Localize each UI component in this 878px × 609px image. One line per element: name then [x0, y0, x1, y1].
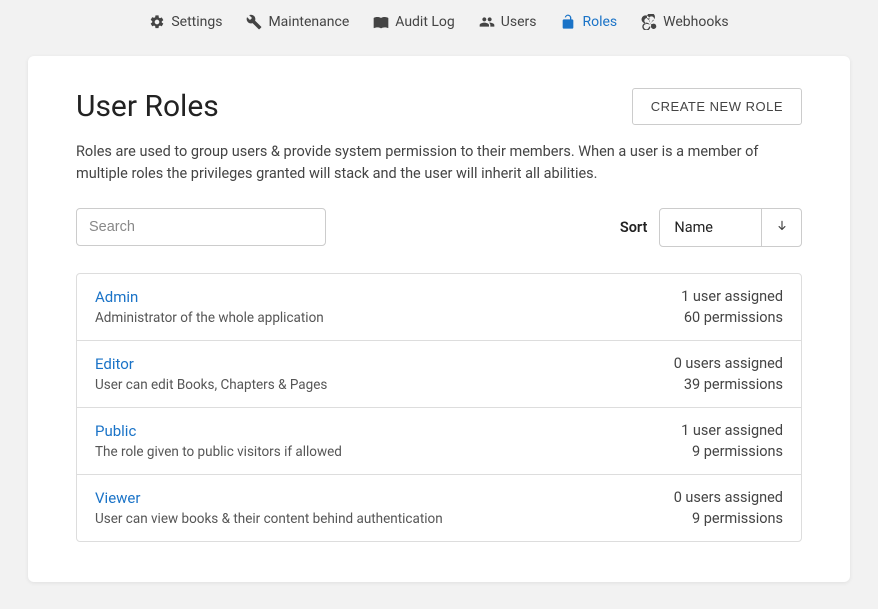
main-card: User Roles CREATE NEW ROLE Roles are use… [28, 56, 850, 582]
nav-audit-log-label: Audit Log [395, 14, 455, 30]
table-row: Viewer User can view books & their conte… [77, 475, 801, 541]
role-description: User can edit Books, Chapters & Pages [95, 377, 327, 393]
role-users-count: 0 users assigned [674, 355, 783, 372]
role-description: The role given to public visitors if all… [95, 444, 342, 460]
nav-settings[interactable]: Settings [149, 14, 222, 30]
sort-group: Sort Name [620, 208, 802, 247]
nav-webhooks[interactable]: Webhooks [641, 14, 729, 30]
role-permissions-count: 9 permissions [692, 510, 783, 527]
nav-settings-label: Settings [171, 14, 222, 30]
nav-maintenance[interactable]: Maintenance [246, 14, 349, 30]
role-users-count: 1 user assigned [681, 288, 783, 305]
nav-audit-log[interactable]: Audit Log [373, 14, 455, 30]
sort-label: Sort [620, 219, 648, 236]
roles-list: Admin Administrator of the whole applica… [76, 273, 802, 542]
book-icon [373, 14, 389, 30]
role-users-count: 0 users assigned [674, 489, 783, 506]
sort-direction-button[interactable] [761, 209, 801, 246]
gear-icon [149, 14, 165, 30]
controls-row: Sort Name [76, 208, 802, 247]
people-icon [479, 14, 495, 30]
lock-open-icon [560, 14, 576, 30]
sort-select-wrap: Name [659, 208, 802, 247]
role-users-count: 1 user assigned [681, 422, 783, 439]
role-link[interactable]: Public [95, 422, 342, 440]
role-description: User can view books & their content behi… [95, 511, 443, 527]
role-description: Administrator of the whole application [95, 310, 324, 326]
table-row: Editor User can edit Books, Chapters & P… [77, 341, 801, 408]
page-title: User Roles [76, 89, 219, 124]
nav-roles[interactable]: Roles [560, 14, 617, 30]
role-link[interactable]: Editor [95, 355, 327, 373]
role-permissions-count: 60 permissions [684, 309, 783, 326]
role-permissions-count: 9 permissions [692, 443, 783, 460]
role-link[interactable]: Viewer [95, 489, 443, 507]
wrench-icon [246, 14, 262, 30]
arrow-down-icon [775, 218, 789, 237]
search-input[interactable] [76, 208, 326, 246]
header-row: User Roles CREATE NEW ROLE [76, 88, 802, 125]
nav-webhooks-label: Webhooks [663, 14, 729, 30]
webhook-icon [641, 14, 657, 30]
nav-roles-label: Roles [582, 14, 617, 30]
table-row: Admin Administrator of the whole applica… [77, 274, 801, 341]
top-nav: Settings Maintenance Audit Log Users Rol… [0, 0, 878, 42]
table-row: Public The role given to public visitors… [77, 408, 801, 475]
role-permissions-count: 39 permissions [684, 376, 783, 393]
page-description: Roles are used to group users & provide … [76, 141, 802, 186]
create-role-button[interactable]: CREATE NEW ROLE [632, 88, 802, 125]
sort-select[interactable]: Name [660, 209, 761, 246]
nav-users-label: Users [501, 14, 537, 30]
role-link[interactable]: Admin [95, 288, 324, 306]
nav-maintenance-label: Maintenance [268, 14, 349, 30]
nav-users[interactable]: Users [479, 14, 537, 30]
